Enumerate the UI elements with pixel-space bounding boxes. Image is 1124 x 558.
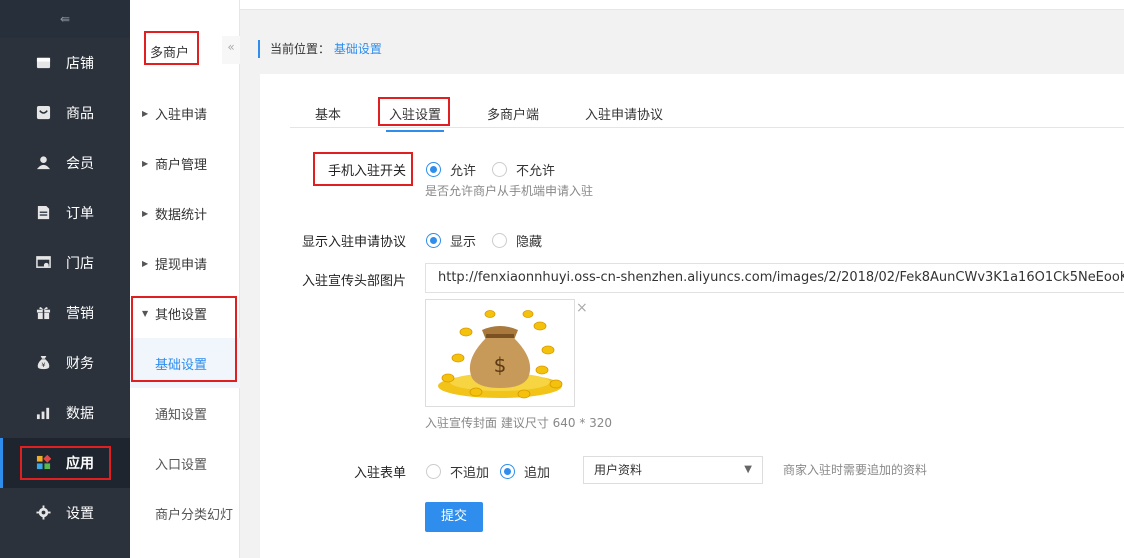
svg-text:$: $ xyxy=(494,353,507,377)
apps-icon xyxy=(36,455,51,470)
settings-panel: 基本 入驻设置 多商户端 入驻申请协议 手机入驻开关 允许 不允许 是否允许商户… xyxy=(260,74,1124,558)
sidebar-collapse-icon[interactable]: ⇚ xyxy=(0,0,130,38)
sidebar-item-finance[interactable]: ¥ 财务 xyxy=(0,338,130,388)
sidebar-item-label: 营销 xyxy=(66,306,94,322)
sidebar-item-marketing[interactable]: 营销 xyxy=(0,288,130,338)
tab-bar: 基本 入驻设置 多商户端 入驻申请协议 xyxy=(290,96,1124,132)
banner-url-input[interactable]: http://fenxiaonnhuyi.oss-cn-shenzhen.ali… xyxy=(425,263,1124,293)
shop-icon xyxy=(36,57,51,69)
breadcrumb-prefix: 当前位置： xyxy=(270,42,331,56)
tab-merchant-side[interactable]: 多商户端 xyxy=(487,104,539,123)
gear-icon xyxy=(36,505,51,520)
subnav-item-label: 数据统计 xyxy=(155,207,208,223)
radio-label: 追加 xyxy=(524,466,551,481)
subnav-item-apply[interactable]: ▶ 入驻申请 xyxy=(130,88,240,138)
radio-checked-icon xyxy=(426,233,441,248)
subnav-sub-notify-settings[interactable]: 通知设置 xyxy=(130,388,240,438)
apply-form-help: 商家入驻时需要追加的资料 xyxy=(783,463,928,477)
sidebar-item-apps[interactable]: 应用 xyxy=(0,438,130,488)
radio-label: 不追加 xyxy=(450,466,490,481)
subnav-item-merchant-manage[interactable]: ▶ 商户管理 xyxy=(130,138,240,188)
mobile-switch-help: 是否允许商户从手机端申请入驻 xyxy=(425,184,594,198)
select-value: 用户资料 xyxy=(594,463,643,477)
radio-label: 隐藏 xyxy=(516,235,543,250)
sidebar-item-label: 会员 xyxy=(66,156,94,172)
caret-right-icon: ▶ xyxy=(142,108,149,118)
show-agreement-label: 显示入驻申请协议 xyxy=(301,235,406,250)
sidebar-item-label: 订单 xyxy=(66,206,94,222)
sidebar-item-member[interactable]: 会员 xyxy=(0,138,130,188)
mobile-switch-label: 手机入驻开关 xyxy=(327,164,406,179)
gift-icon xyxy=(36,307,51,320)
caret-down-icon: ▼ xyxy=(142,308,149,318)
radio-unchecked-icon xyxy=(492,233,507,248)
svg-text:¥: ¥ xyxy=(41,361,45,369)
radio-label: 不允许 xyxy=(516,164,556,179)
sidebar-item-order[interactable]: 订单 xyxy=(0,188,130,238)
sidebar-item-data[interactable]: 数据 xyxy=(0,388,130,438)
subnav-sub-entry-settings[interactable]: 入口设置 xyxy=(130,438,240,488)
banner-image-help: 入驻宣传封面 建议尺寸 640 * 320 xyxy=(425,416,613,430)
sidebar-item-label: 设置 xyxy=(66,506,94,522)
sidebar-item-label: 门店 xyxy=(66,256,94,272)
subnav-item-withdraw[interactable]: ▶ 提现申请 xyxy=(130,238,240,288)
member-icon xyxy=(36,156,51,170)
store-icon xyxy=(36,256,51,268)
tab-apply-agreement[interactable]: 入驻申请协议 xyxy=(585,104,663,123)
append-form-select[interactable]: 用户资料 ▼ xyxy=(583,456,763,484)
radio-append[interactable]: 追加 xyxy=(500,462,550,481)
sidebar-item-store[interactable]: 门店 xyxy=(0,238,130,288)
banner-thumbnail: $ xyxy=(425,299,575,407)
breadcrumb-current[interactable]: 基础设置 xyxy=(334,42,382,56)
sidebar-item-shop[interactable]: 店铺 xyxy=(0,38,130,88)
goods-icon xyxy=(36,105,51,120)
caret-right-icon: ▶ xyxy=(142,258,149,268)
sidebar-item-label: 应用 xyxy=(66,456,94,472)
remove-image-icon[interactable]: × xyxy=(576,300,588,316)
collapse-subnav-icon[interactable]: « xyxy=(222,36,240,64)
radio-hide[interactable]: 隐藏 xyxy=(492,231,542,250)
radio-allow[interactable]: 允许 xyxy=(426,160,476,179)
radio-unchecked-icon xyxy=(492,162,507,177)
banner-image-label: 入驻宣传头部图片 xyxy=(301,274,406,289)
subnav-item-other-settings[interactable]: ▼ 其他设置 xyxy=(130,288,240,338)
radio-label: 允许 xyxy=(450,164,477,179)
radio-checked-icon xyxy=(426,162,441,177)
subnav-item-label: 其他设置 xyxy=(155,307,208,323)
bar-chart-icon xyxy=(36,407,50,420)
order-icon xyxy=(37,205,50,220)
submit-button[interactable]: 提交 xyxy=(425,502,483,532)
sidebar-item-settings[interactable]: 设置 xyxy=(0,488,130,538)
caret-right-icon: ▶ xyxy=(142,158,149,168)
sidebar-item-label: 店铺 xyxy=(66,56,94,72)
sidebar-item-label: 财务 xyxy=(66,356,94,372)
subnav-item-label: 商户管理 xyxy=(155,157,208,173)
sidebar-item-goods[interactable]: 商品 xyxy=(0,88,130,138)
tab-entry-settings[interactable]: 入驻设置 xyxy=(385,104,445,132)
radio-label: 显示 xyxy=(450,235,477,250)
subnav-sub-basic-settings[interactable]: 基础设置 xyxy=(130,338,240,388)
subnav-item-statistics[interactable]: ▶ 数据统计 xyxy=(130,188,240,238)
apply-form-label: 入驻表单 xyxy=(353,466,406,481)
subnav-sub-category-slides[interactable]: 商户分类幻灯 xyxy=(130,488,240,538)
moneybag-icon: ¥ xyxy=(37,355,50,369)
subnav-item-label: 提现申请 xyxy=(155,257,208,273)
subnav-item-label: 入驻申请 xyxy=(155,107,208,123)
subnav-title: 多商户 xyxy=(150,46,190,61)
radio-checked-icon xyxy=(500,464,515,479)
breadcrumb: 当前位置： 基础设置 xyxy=(258,40,382,58)
top-bar xyxy=(240,0,1124,10)
sidebar-item-label: 商品 xyxy=(66,106,94,122)
secondary-nav: 多商户 ▶ 入驻申请 ▶ 商户管理 ▶ 数据统计 ▶ 提现申请 ▼ 其他设置 基础设置 通… xyxy=(130,0,240,558)
radio-show[interactable]: 显示 xyxy=(426,231,476,250)
radio-no-append[interactable]: 不追加 xyxy=(426,462,489,481)
tab-basic[interactable]: 基本 xyxy=(315,104,341,123)
radio-unchecked-icon xyxy=(426,464,441,479)
main-sidebar: ⇚ 店铺 商品 会员 订单 门店 营销 ¥ 财务 数据 应用 设置 xyxy=(0,0,130,558)
caret-right-icon: ▶ xyxy=(142,208,149,218)
sidebar-item-label: 数据 xyxy=(66,406,94,422)
money-bag-image: $ xyxy=(438,310,563,399)
radio-disallow[interactable]: 不允许 xyxy=(492,160,555,179)
chevron-down-icon: ▼ xyxy=(744,464,752,475)
